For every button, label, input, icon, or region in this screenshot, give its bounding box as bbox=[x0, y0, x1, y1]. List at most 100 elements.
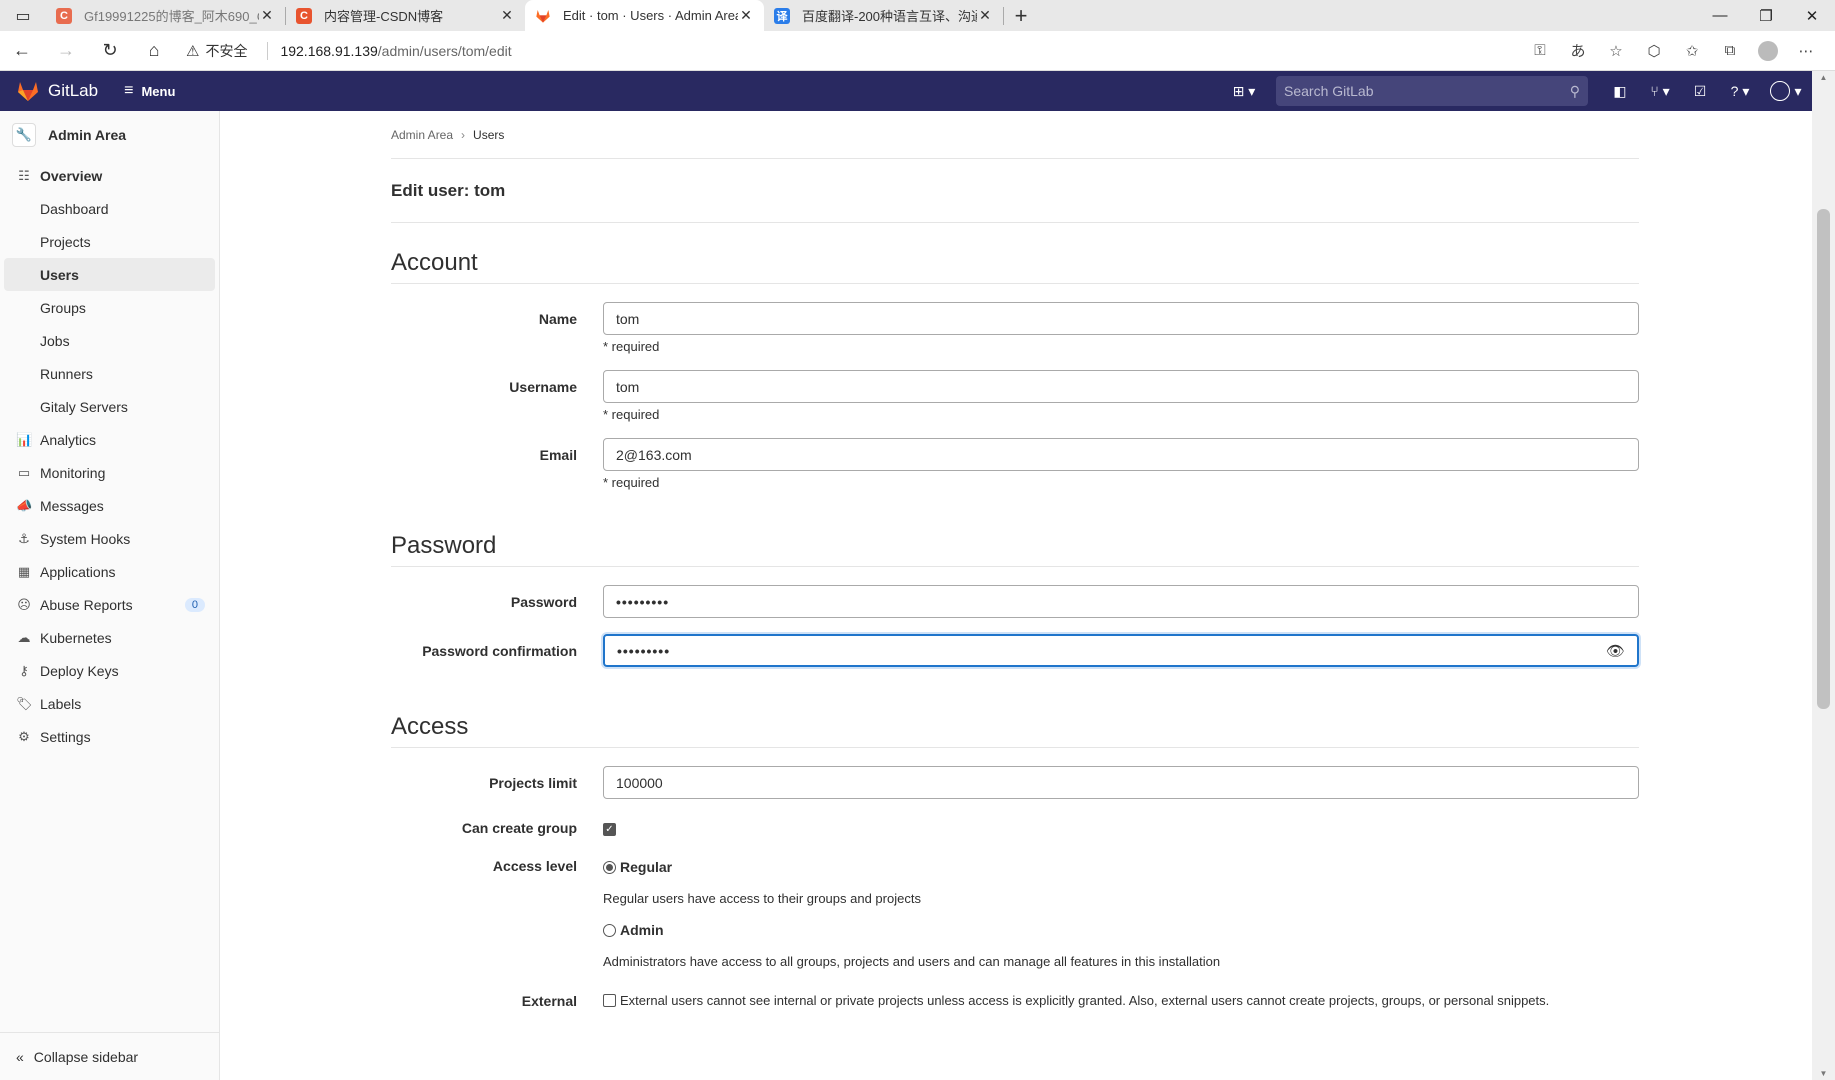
reveal-password-eye-icon[interactable]: 👁 bbox=[1606, 642, 1625, 660]
more-menu-icon[interactable]: ⋯ bbox=[1787, 42, 1825, 60]
reload-icon[interactable]: ↻ bbox=[88, 31, 132, 71]
regular-label: Regular bbox=[620, 859, 673, 875]
profile-avatar-icon[interactable] bbox=[1749, 40, 1787, 61]
abuse-count-badge: 0 bbox=[184, 597, 205, 612]
url-field[interactable]: ⚠ 不安全 192.168.91.139 /admin/users/tom/ed… bbox=[176, 35, 1521, 67]
close-tab-icon[interactable]: ✕ bbox=[499, 7, 515, 24]
sidebar-item-dashboard[interactable]: Dashboard bbox=[0, 192, 219, 225]
sidebar-item-groups[interactable]: Groups bbox=[0, 291, 219, 324]
sidebar-item-runners[interactable]: Runners bbox=[0, 357, 219, 390]
sidebar-item-settings[interactable]: ⚙ Settings bbox=[0, 720, 219, 753]
close-tab-icon[interactable]: ✕ bbox=[977, 7, 993, 24]
close-tab-icon[interactable]: ✕ bbox=[259, 7, 275, 24]
username-field[interactable]: tom bbox=[603, 370, 1639, 403]
gitlab-favicon-icon bbox=[535, 8, 551, 24]
admin-radio-option[interactable]: Admin bbox=[603, 922, 1639, 938]
site-info[interactable]: ⚠ 不安全 bbox=[186, 41, 247, 61]
key-icon[interactable]: ⚿ bbox=[1521, 42, 1559, 59]
can-create-group-checkbox[interactable]: ✓ bbox=[603, 823, 616, 836]
extensions-icon[interactable]: ⬡ bbox=[1635, 42, 1673, 60]
sidebar-item-analytics[interactable]: 📊 Analytics bbox=[0, 423, 219, 456]
collections-icon[interactable]: ⧉ bbox=[1711, 42, 1749, 59]
password-row: Password ••••••••• bbox=[391, 585, 1639, 618]
issues-icon[interactable]: ◧ bbox=[1600, 71, 1640, 111]
sidebar-item-label: Runners bbox=[40, 365, 93, 382]
regular-radio[interactable] bbox=[603, 860, 616, 874]
sidebar-item-monitoring[interactable]: ▭ Monitoring bbox=[0, 456, 219, 489]
sidebar-item-messages[interactable]: 📣 Messages bbox=[0, 489, 219, 522]
forward-icon[interactable]: → bbox=[44, 31, 88, 71]
sidebar-item-kubernetes[interactable]: ☁ Kubernetes bbox=[0, 621, 219, 654]
close-window-icon[interactable]: ✕ bbox=[1789, 0, 1835, 31]
brand-name: GitLab bbox=[48, 81, 99, 100]
can-create-group-label: Can create group bbox=[461, 820, 577, 836]
admin-radio[interactable] bbox=[603, 923, 616, 937]
menu-button[interactable]: ≡ Menu bbox=[124, 82, 175, 100]
help-icon[interactable]: ? ▾ bbox=[1720, 71, 1760, 111]
password-label: Password bbox=[510, 594, 577, 610]
new-tab-icon[interactable]: + bbox=[1004, 0, 1038, 31]
csdn-favicon-icon: C bbox=[296, 7, 312, 24]
new-dropdown-icon[interactable]: ⊞ ▾ bbox=[1224, 71, 1264, 111]
browser-tab-1[interactable]: C Gf19991225的博客_阿木690_CSD ✕ bbox=[46, 0, 285, 31]
favorites-icon[interactable]: ✩ bbox=[1673, 42, 1711, 60]
user-avatar-icon[interactable]: ▾ bbox=[1760, 71, 1812, 111]
header-right: ⊞ ▾ Search GitLab ⚲ ◧ ⑂ ▾ ☑ ? ▾ ▾ bbox=[1224, 71, 1812, 111]
sidebar-item-applications[interactable]: ▦ Applications bbox=[0, 555, 219, 588]
main-content: Admin Area › Users Edit user: tom Accoun… bbox=[391, 111, 1639, 1015]
breadcrumb-users[interactable]: Users bbox=[473, 128, 504, 142]
minimize-icon[interactable]: — bbox=[1697, 0, 1743, 31]
search-input[interactable]: Search GitLab ⚲ bbox=[1276, 76, 1588, 106]
back-icon[interactable]: ← bbox=[0, 31, 44, 71]
projects-limit-row: Projects limit 100000 bbox=[391, 766, 1639, 799]
gitlab-home-link[interactable]: GitLab bbox=[16, 79, 98, 103]
todos-icon[interactable]: ☑ bbox=[1680, 71, 1720, 111]
regular-radio-option[interactable]: Regular bbox=[603, 859, 1639, 875]
page-scrollbar[interactable]: ▲ ▼ bbox=[1812, 71, 1835, 1080]
scroll-up-icon[interactable]: ▲ bbox=[1812, 73, 1835, 82]
external-option[interactable]: External users cannot see internal or pr… bbox=[603, 993, 1639, 1008]
sidebar-item-jobs[interactable]: Jobs bbox=[0, 324, 219, 357]
projects-limit-field[interactable]: 100000 bbox=[603, 766, 1639, 799]
page-title: Edit user: tom bbox=[391, 159, 1639, 223]
restore-icon[interactable]: ❐ bbox=[1743, 0, 1789, 31]
merge-requests-icon[interactable]: ⑂ ▾ bbox=[1640, 71, 1680, 111]
overview-icon: ☷ bbox=[18, 167, 30, 183]
password-field[interactable]: ••••••••• bbox=[603, 585, 1639, 618]
access-level-row: Access level Regular Regular users have … bbox=[391, 849, 1639, 979]
sidebar-item-abuse-reports[interactable]: ☹ Abuse Reports 0 bbox=[0, 588, 219, 621]
bullhorn-icon: 📣 bbox=[16, 497, 33, 513]
sidebar-item-projects[interactable]: Projects bbox=[0, 225, 219, 258]
sidebar-item-gitaly-servers[interactable]: Gitaly Servers bbox=[0, 390, 219, 423]
password-confirmation-field[interactable]: ••••••••• 👁 bbox=[603, 634, 1639, 667]
browser-tab-4[interactable]: 译 百度翻译-200种语言互译、沟通... ✕ bbox=[764, 0, 1003, 31]
sidebar-item-overview[interactable]: ☷ Overview bbox=[0, 159, 219, 192]
sidebar-item-deploy-keys[interactable]: ⚷ Deploy Keys bbox=[0, 654, 219, 687]
cloud-icon: ☁ bbox=[17, 629, 31, 645]
favorite-star-icon[interactable]: ☆ bbox=[1597, 42, 1635, 60]
sidebar-item-label: Projects bbox=[40, 233, 91, 250]
name-field[interactable]: tom bbox=[603, 302, 1639, 335]
sidebar-item-label: Deploy Keys bbox=[40, 662, 119, 679]
collapse-sidebar-button[interactable]: « Collapse sidebar bbox=[0, 1032, 219, 1080]
username-row: Username tom * required bbox=[391, 370, 1639, 432]
browser-tab-2[interactable]: C 内容管理-CSDN博客 ✕ bbox=[286, 0, 525, 31]
close-tab-icon[interactable]: ✕ bbox=[738, 7, 754, 24]
read-aloud-icon[interactable]: あ bbox=[1559, 40, 1597, 61]
email-field[interactable]: 2@163.com bbox=[603, 438, 1639, 471]
sidebar-item-system-hooks[interactable]: ⚓ System Hooks bbox=[0, 522, 219, 555]
home-icon[interactable]: ⌂ bbox=[132, 31, 176, 71]
sidebar-item-users[interactable]: Users bbox=[4, 258, 215, 291]
sidebar-title[interactable]: 🔧 Admin Area bbox=[0, 111, 219, 159]
sidebar-item-labels[interactable]: 🏷 Labels bbox=[0, 687, 219, 720]
password-section-title: Password bbox=[391, 506, 1639, 567]
breadcrumb-admin-area[interactable]: Admin Area bbox=[391, 128, 453, 142]
scrollbar-thumb[interactable] bbox=[1817, 209, 1830, 709]
scroll-down-icon[interactable]: ▼ bbox=[1812, 1069, 1835, 1078]
can-create-group-row: Can create group ✓ bbox=[391, 811, 1639, 837]
browser-tab-3[interactable]: Edit · tom · Users · Admin Area · G ✕ bbox=[525, 0, 764, 31]
required-hint: * required bbox=[603, 339, 660, 354]
tab-actions-icon[interactable]: ▭ bbox=[0, 0, 46, 31]
search-icon: ⚲ bbox=[1569, 82, 1580, 99]
external-checkbox[interactable] bbox=[603, 994, 616, 1007]
